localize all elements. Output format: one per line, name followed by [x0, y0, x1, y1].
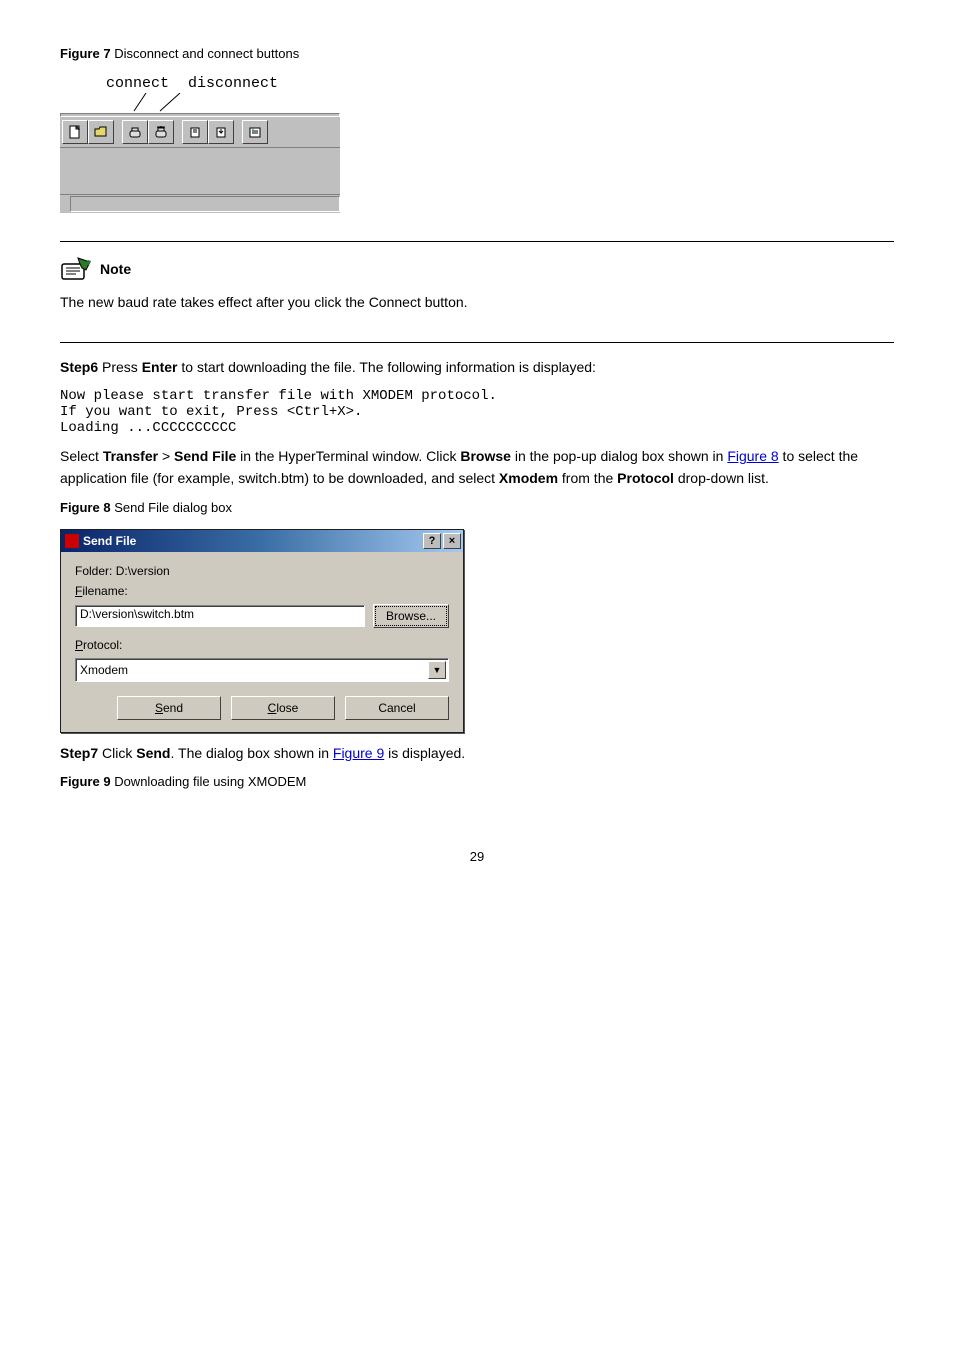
open-icon[interactable]	[88, 120, 114, 144]
figure7-caption: Figure 7 Disconnect and connect buttons	[60, 46, 894, 61]
step7-label: Step7	[60, 745, 98, 761]
figure9-caption-num: Figure 9	[60, 774, 111, 789]
properties-icon[interactable]	[242, 120, 268, 144]
chevron-down-icon[interactable]: ▼	[428, 661, 446, 679]
step7-text: Step7 Click Send. The dialog box shown i…	[60, 743, 894, 765]
terminal-output-line3: Loading ...CCCCCCCCCC	[60, 420, 894, 436]
send-file-dialog: Send File ? × Folder: D:\version Filenam…	[60, 529, 464, 733]
new-icon[interactable]	[62, 120, 88, 144]
protocol-select[interactable]: Xmodem ▼	[75, 658, 449, 682]
note-heading: Note	[100, 261, 131, 277]
sendfile-instructions: Select Transfer > Send File in the Hyper…	[60, 446, 894, 489]
note-icon	[60, 256, 94, 282]
dialog-titlebar: Send File ? ×	[61, 530, 463, 552]
connect-label: connect	[106, 75, 169, 92]
protocol-label: Protocol:	[75, 638, 449, 652]
send-icon[interactable]	[182, 120, 208, 144]
figure9-link[interactable]: Figure 9	[333, 745, 384, 761]
connect-icon[interactable]	[122, 120, 148, 144]
folder-line: Folder: D:\version	[75, 564, 449, 578]
disconnect-icon[interactable]	[148, 120, 174, 144]
note-block: Note	[60, 256, 894, 282]
figure7-image: connect disconnect	[60, 75, 340, 213]
figure8-caption: Figure 8 Send File dialog box	[60, 500, 894, 515]
figure8-caption-text: Send File dialog box	[111, 500, 232, 515]
figure7-caption-num: Figure 7	[60, 46, 111, 61]
filename-label: Filename:	[75, 584, 449, 598]
toolbar	[60, 117, 340, 148]
dialog-title-icon	[65, 534, 79, 548]
terminal-output-line2: If you want to exit, Press <Ctrl+X>.	[60, 404, 894, 420]
browse-button[interactable]: Browse...	[373, 604, 449, 628]
receive-icon[interactable]	[208, 120, 234, 144]
step6-label: Step6	[60, 359, 98, 375]
help-button[interactable]: ?	[423, 533, 441, 549]
figure8-caption-num: Figure 8	[60, 500, 111, 515]
figure8-link[interactable]: Figure 8	[727, 448, 778, 464]
filename-input[interactable]: D:\version\switch.btm	[75, 605, 365, 627]
note-body: The new baud rate takes effect after you…	[60, 292, 894, 314]
page-number: 29	[60, 849, 894, 864]
send-button[interactable]: Send	[117, 696, 221, 720]
disconnect-label: disconnect	[188, 75, 278, 92]
cancel-button[interactable]: Cancel	[345, 696, 449, 720]
figure7-caption-text: Disconnect and connect buttons	[111, 46, 300, 61]
close-button[interactable]: ×	[443, 533, 461, 549]
terminal-output-line1: Now please start transfer file with XMOD…	[60, 388, 894, 404]
figure9-caption-text: Downloading file using XMODEM	[111, 774, 307, 789]
step6-text: Step6 Press Enter to start downloading t…	[60, 357, 894, 379]
dialog-title: Send File	[83, 534, 421, 548]
figure9-caption: Figure 9 Downloading file using XMODEM	[60, 774, 894, 789]
figure7-pointer-labels: connect disconnect	[60, 75, 340, 113]
divider	[60, 342, 894, 343]
divider	[60, 241, 894, 242]
close-dialog-button[interactable]: Close	[231, 696, 335, 720]
